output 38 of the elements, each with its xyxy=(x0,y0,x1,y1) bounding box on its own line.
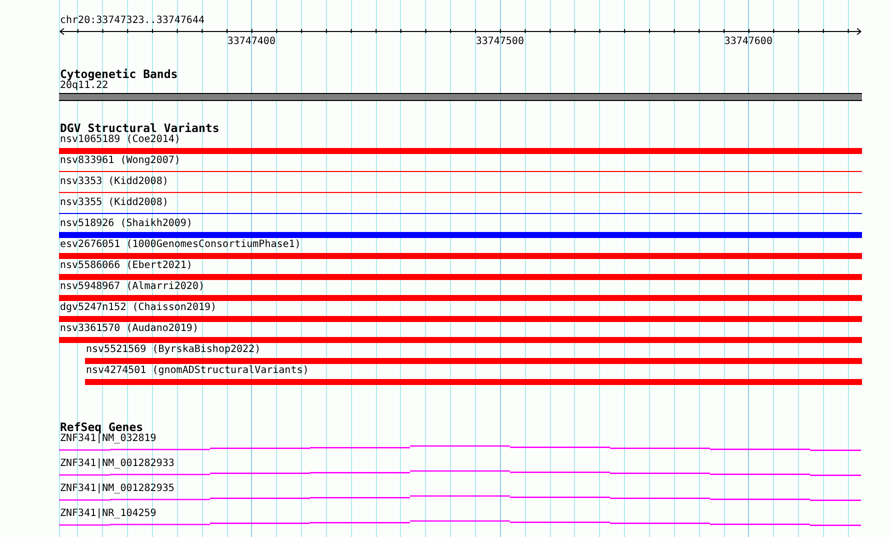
tick-label: 33747400 xyxy=(227,36,276,47)
variant-bar[interactable] xyxy=(85,378,862,384)
feature-label[interactable]: esv2676051 (1000GenomesConsortiumPhase1) xyxy=(59,239,301,251)
feature-label[interactable]: nsv833961 (Wong2007) xyxy=(59,155,180,167)
tick-label: 33747500 xyxy=(476,36,524,47)
gene-model-drawing[interactable] xyxy=(59,495,862,501)
feature-label[interactable]: ZNF341|NM_001282933 xyxy=(59,458,174,470)
variant-bar[interactable] xyxy=(59,294,862,300)
variant-bar[interactable] xyxy=(85,358,862,364)
feature-label[interactable]: nsv3353 (Kidd2008) xyxy=(59,176,168,188)
region-label: chr20:33747323..33747644 xyxy=(59,14,204,27)
feature-label[interactable]: ZNF341|NM_001282935 xyxy=(59,483,174,495)
feature-label[interactable]: nsv4274501 (gnomADStructuralVariants) xyxy=(85,365,309,377)
tick-label: 33747600 xyxy=(724,36,772,47)
variant-bar[interactable] xyxy=(59,274,862,280)
feature-label[interactable]: ZNF341|NR_104259 xyxy=(59,508,156,520)
variant-bar[interactable] xyxy=(59,148,862,154)
variant-bar[interactable] xyxy=(59,232,862,238)
gene-model-drawing[interactable] xyxy=(59,520,862,526)
track-title: RefSeq Genes xyxy=(59,421,144,433)
feature-label[interactable]: ZNF341|NM_032819 xyxy=(59,433,156,445)
feature-label[interactable]: 20q11.22 xyxy=(59,80,108,92)
track-title: Cytogenetic Bands xyxy=(59,68,178,80)
feature-label[interactable]: nsv5521569 (ByrskaBishop2022) xyxy=(85,344,261,356)
feature-label[interactable]: dgv5247n152 (Chaisson2019) xyxy=(59,302,217,314)
variant-bar[interactable] xyxy=(59,336,862,342)
feature-label[interactable]: nsv5586066 (Ebert2021) xyxy=(59,260,192,272)
variant-bar[interactable] xyxy=(59,252,862,258)
feature-label[interactable]: nsv5948967 (Almarri2020) xyxy=(59,281,204,293)
feature-label[interactable]: nsv3361570 (Audano2019) xyxy=(59,323,198,335)
band-bar[interactable] xyxy=(59,93,862,101)
gene-model-drawing[interactable] xyxy=(59,470,862,476)
feature-label[interactable]: nsv1065189 (Coe2014) xyxy=(59,134,180,146)
variant-bar[interactable] xyxy=(59,316,862,322)
gene-model-drawing[interactable] xyxy=(59,445,862,451)
track-title: DGV Structural Variants xyxy=(59,122,220,134)
feature-label[interactable]: nsv518926 (Shaikh2009) xyxy=(59,218,192,230)
feature-label[interactable]: nsv3355 (Kidd2008) xyxy=(59,197,168,209)
